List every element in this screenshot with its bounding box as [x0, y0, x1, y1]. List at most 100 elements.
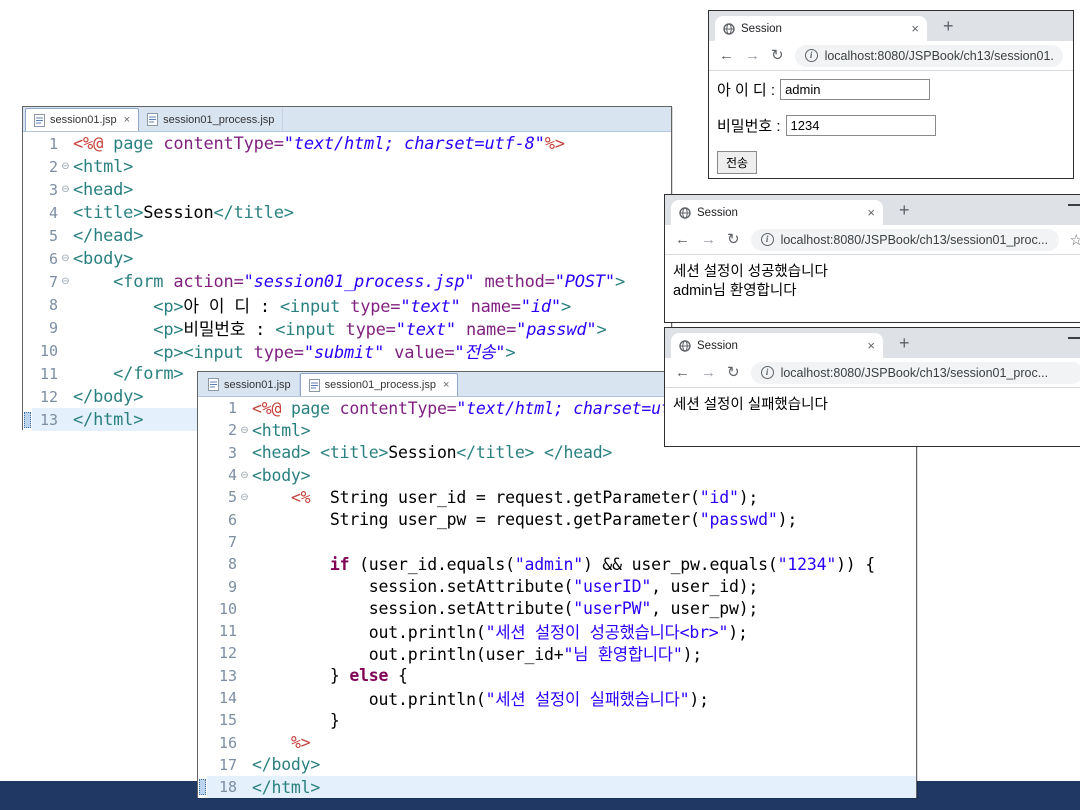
code-line[interactable]: 5⊖ <% String user_id = request.getParame…: [198, 486, 916, 508]
code-line[interactable]: 3⊖<head>: [23, 178, 671, 201]
back-icon[interactable]: ←: [675, 232, 690, 247]
code-text: </html>: [252, 778, 320, 797]
back-icon[interactable]: ←: [719, 48, 734, 63]
forward-icon[interactable]: →: [701, 232, 716, 247]
reload-icon[interactable]: ↻: [727, 232, 740, 247]
editor2-code-area[interactable]: 1<%@ page contentType="text/html; charse…: [198, 397, 916, 798]
address-bar[interactable]: i localhost:8080/JSPBook/ch13/session01.…: [795, 45, 1063, 67]
code-text: <head>: [73, 180, 133, 200]
code-text: </body>: [252, 755, 320, 774]
info-icon[interactable]: i: [761, 233, 774, 246]
browser1-tab[interactable]: Session ×: [715, 16, 927, 41]
line-number: 2: [207, 421, 237, 439]
fold-icon[interactable]: ⊖: [58, 276, 73, 287]
tab-close-icon[interactable]: ×: [124, 114, 130, 126]
back-icon[interactable]: ←: [675, 365, 690, 380]
line-number: 11: [207, 622, 237, 640]
line-number: 10: [32, 342, 58, 360]
id-input[interactable]: [780, 79, 930, 100]
fold-icon[interactable]: ⊖: [237, 425, 252, 436]
code-line[interactable]: 10 session.setAttribute("userPW", user_p…: [198, 598, 916, 620]
forward-icon[interactable]: →: [701, 365, 716, 380]
reload-icon[interactable]: ↻: [727, 365, 740, 380]
code-line[interactable]: 12 out.println(user_id+"님 환영합니다");: [198, 642, 916, 664]
code-line[interactable]: 8 <p>아 이 디 : <input type="text" name="id…: [23, 293, 671, 316]
code-line[interactable]: 4⊖<body>: [198, 464, 916, 486]
code-line[interactable]: 14 out.println("세션 설정이 실패했습니다");: [198, 687, 916, 709]
editor1-tab-session01[interactable]: session01.jsp ×: [25, 108, 139, 131]
code-line[interactable]: 7: [198, 531, 916, 553]
line-number: 9: [32, 319, 58, 337]
browser2-tab-strip: Session × +: [665, 195, 1080, 225]
code-text: <% String user_id = request.getParameter…: [252, 488, 758, 507]
reload-icon[interactable]: ↻: [771, 48, 784, 63]
code-line[interactable]: 5</head>: [23, 224, 671, 247]
code-line[interactable]: 1 <%@ page contentType="text/html; charse…: [23, 132, 671, 155]
editor2-tab-session01[interactable]: session01.jsp: [200, 373, 300, 396]
password-input[interactable]: [786, 115, 936, 136]
editor2-tab-session01-process[interactable]: session01_process.jsp ×: [300, 373, 459, 396]
form-row-id: 아 이 디 :: [717, 79, 1065, 100]
tab-close-icon[interactable]: ×: [443, 379, 449, 391]
line-number: 8: [32, 296, 58, 314]
address-bar[interactable]: i localhost:8080/JSPBook/ch13/session01_…: [751, 229, 1059, 251]
browser2-tab[interactable]: Session ×: [671, 200, 883, 225]
tab-label: session01.jsp: [224, 379, 291, 391]
code-line[interactable]: 11 out.println("세션 설정이 성공했습니다<br>");: [198, 620, 916, 642]
new-tab-icon[interactable]: +: [899, 200, 910, 221]
info-icon[interactable]: i: [761, 366, 774, 379]
fold-icon[interactable]: ⊖: [237, 492, 252, 503]
line-number: 13: [207, 667, 237, 685]
code-line[interactable]: 10 <p><input type="submit" value="전송">: [23, 339, 671, 362]
gutter-marker: [23, 270, 32, 293]
code-line[interactable]: 2⊖<html>: [23, 155, 671, 178]
code-line[interactable]: 4<title>Session</title>: [23, 201, 671, 224]
gutter-marker: [198, 508, 207, 530]
file-icon: [34, 114, 45, 127]
code-line[interactable]: 15 }: [198, 709, 916, 731]
code-line[interactable]: 6⊖<body>: [23, 247, 671, 270]
code-line[interactable]: 13 } else {: [198, 665, 916, 687]
code-line[interactable]: 18</html>: [198, 776, 916, 798]
address-bar[interactable]: i localhost:8080/JSPBook/ch13/session01_…: [751, 362, 1080, 384]
gutter-marker: [198, 419, 207, 441]
code-line[interactable]: 7⊖ <form action="session01_process.jsp" …: [23, 270, 671, 293]
submit-button[interactable]: 전송: [717, 151, 757, 174]
tab-close-icon[interactable]: ×: [867, 338, 875, 353]
fold-icon[interactable]: ⊖: [58, 161, 73, 172]
line-number: 10: [207, 600, 237, 618]
code-line[interactable]: 17</body>: [198, 754, 916, 776]
fold-icon[interactable]: ⊖: [58, 184, 73, 195]
new-tab-icon[interactable]: +: [899, 333, 910, 354]
password-label: 비밀번호 :: [717, 115, 781, 136]
gutter-marker: [198, 687, 207, 709]
tab-close-icon[interactable]: ×: [867, 205, 875, 220]
minimize-icon[interactable]: [1068, 337, 1080, 339]
gutter-marker: [23, 362, 32, 385]
line-number: 3: [207, 444, 237, 462]
gutter-marker: [23, 178, 32, 201]
code-text: out.println("세션 설정이 성공했습니다<br>");: [252, 620, 748, 642]
forward-icon[interactable]: →: [745, 48, 760, 63]
fold-icon[interactable]: ⊖: [58, 253, 73, 264]
code-text: <%@ page contentType="text/html; charset…: [73, 134, 565, 154]
line-number: 6: [207, 511, 237, 529]
info-icon[interactable]: i: [805, 49, 818, 62]
gutter-marker: [198, 397, 207, 419]
bookmark-star-icon[interactable]: ☆: [1070, 231, 1080, 249]
minimize-icon[interactable]: [1068, 204, 1080, 206]
code-line[interactable]: 16 %>: [198, 731, 916, 753]
code-line[interactable]: 6 String user_pw = request.getParameter(…: [198, 508, 916, 530]
tab-title: Session: [697, 207, 861, 219]
fold-icon[interactable]: ⊖: [237, 470, 252, 481]
code-text: session.setAttribute("userPW", user_pw);: [252, 599, 758, 618]
browser3-tab[interactable]: Session ×: [671, 333, 883, 358]
code-line[interactable]: 8 if (user_id.equals("admin") && user_pw…: [198, 553, 916, 575]
code-line[interactable]: 9 session.setAttribute("userID", user_id…: [198, 575, 916, 597]
code-line[interactable]: 9 <p>비밀번호 : <input type="text" name="pas…: [23, 316, 671, 339]
tab-close-icon[interactable]: ×: [911, 21, 919, 36]
line-number: 1: [32, 135, 58, 153]
editor1-tab-session01-process[interactable]: session01_process.jsp: [139, 108, 283, 131]
new-tab-icon[interactable]: +: [943, 16, 954, 37]
code-text: <p><input type="submit" value="전송">: [73, 339, 515, 362]
